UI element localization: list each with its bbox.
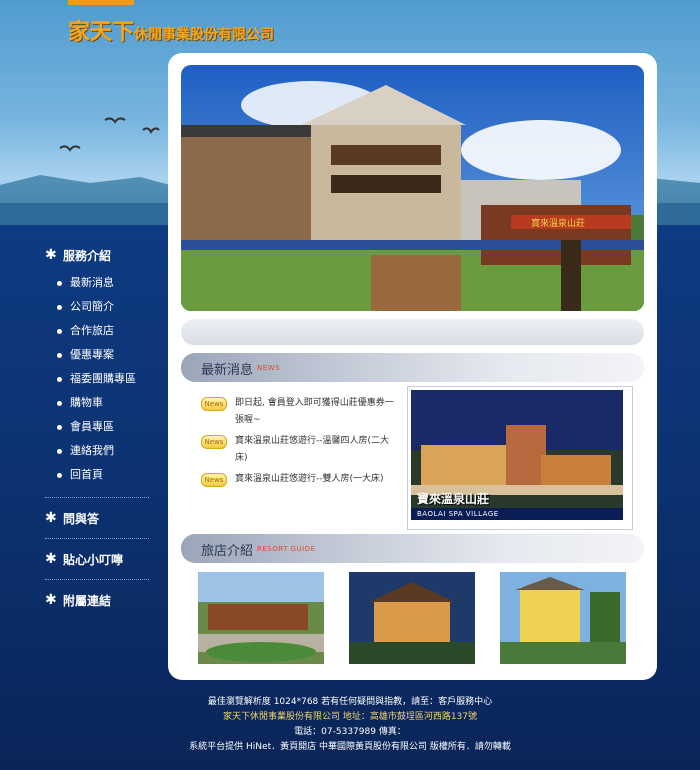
main-panel: 寶來溫泉山莊 最新消息 NEWS News 即日起, 會員登入即可獲得山莊優惠券… — [168, 53, 657, 680]
sidebar-header-links[interactable]: ✱ 附屬連結 — [45, 590, 155, 610]
info-bar — [181, 319, 644, 345]
news-item[interactable]: News 寶來溫泉山莊悠遊行--溫馨四人房(二大床) — [201, 433, 401, 467]
divider — [45, 579, 149, 580]
sidebar-item-members[interactable]: 會員專區 — [57, 415, 155, 439]
sidebar-item-promotions[interactable]: 優惠專案 — [57, 343, 155, 367]
bullet-icon — [57, 400, 62, 406]
asterisk-icon: ✱ — [45, 247, 57, 263]
featured-resort-image[interactable]: 寶來溫泉山莊 BAOLAI SPA VILLAGE — [407, 386, 633, 530]
resort-thumb[interactable] — [349, 572, 475, 664]
featured-caption-zh: 寶來溫泉山莊 — [417, 492, 490, 506]
sidebar-nav: ✱ 服務介紹 最新消息 公司簡介 合作旅店 優惠專案 福委團購專區 購物車 會員… — [45, 245, 155, 610]
news-badge: News — [201, 397, 227, 411]
news-badge: News — [201, 473, 227, 487]
bullet-icon — [57, 424, 62, 430]
divider — [45, 497, 149, 498]
footer: 最佳瀏覽解析度 1024*768 若有任何疑問與指教，請至：客戶服務中心 家天下… — [189, 697, 511, 752]
hero-image: 寶來溫泉山莊 — [181, 65, 644, 311]
sidebar-item-company-profile[interactable]: 公司簡介 — [57, 295, 155, 319]
bullet-icon — [57, 352, 62, 358]
asterisk-icon: ✱ — [45, 510, 57, 526]
sidebar-header-tips[interactable]: ✱ 貼心小叮嚀 — [45, 549, 155, 569]
sidebar-item-partner-hotels[interactable]: 合作旅店 — [57, 319, 155, 343]
hero-lodge-photo: 寶來溫泉山莊 — [181, 65, 644, 311]
sidebar-item-home[interactable]: 回首頁 — [57, 463, 155, 487]
asterisk-icon: ✱ — [45, 551, 57, 567]
asterisk-icon: ✱ — [45, 592, 57, 608]
bullet-icon — [57, 304, 62, 310]
sidebar-item-latest-news[interactable]: 最新消息 — [57, 271, 155, 295]
brand-accent-bar — [68, 0, 134, 5]
resort-photo — [198, 572, 324, 664]
featured-caption-en: BAOLAI SPA VILLAGE — [411, 508, 623, 520]
bullet-icon — [57, 328, 62, 334]
resort-photo — [349, 572, 475, 664]
site-logo[interactable]: 家天下休閒事業股份有限公司 — [68, 14, 274, 46]
resort-photo — [500, 572, 626, 664]
bullet-icon — [57, 448, 62, 454]
sidebar-header-services[interactable]: ✱ 服務介紹 — [45, 245, 155, 265]
sidebar-header-qa[interactable]: ✱ 問與答 — [45, 508, 155, 528]
bullet-icon — [57, 280, 62, 286]
hero-sign-text: 寶來溫泉山莊 — [531, 217, 585, 229]
birds-decoration — [59, 117, 160, 152]
news-item[interactable]: News 寶來溫泉山莊悠遊行--雙人房(一大床) — [201, 471, 401, 488]
sidebar-item-group-purchase[interactable]: 福委團購專區 — [57, 367, 155, 391]
resort-thumb[interactable] — [500, 572, 626, 664]
divider — [45, 538, 149, 539]
resort-section-header: 旅店介紹 RESORT GUIDE — [181, 534, 644, 563]
news-badge: News — [201, 435, 227, 449]
sidebar-item-cart[interactable]: 購物車 — [57, 391, 155, 415]
sidebar-item-contact[interactable]: 連絡我們 — [57, 439, 155, 463]
bullet-icon — [57, 376, 62, 382]
bullet-icon — [57, 472, 62, 478]
news-list: News 即日起, 會員登入即可獲得山莊優惠券一張喔~ News 寶來溫泉山莊悠… — [201, 395, 401, 492]
news-section-header: 最新消息 NEWS — [181, 353, 644, 382]
news-item[interactable]: News 即日起, 會員登入即可獲得山莊優惠券一張喔~ — [201, 395, 401, 429]
sidebar-menu: 最新消息 公司簡介 合作旅店 優惠專案 福委團購專區 購物車 會員專區 連絡我們… — [45, 271, 155, 487]
resort-thumb[interactable] — [198, 572, 324, 664]
